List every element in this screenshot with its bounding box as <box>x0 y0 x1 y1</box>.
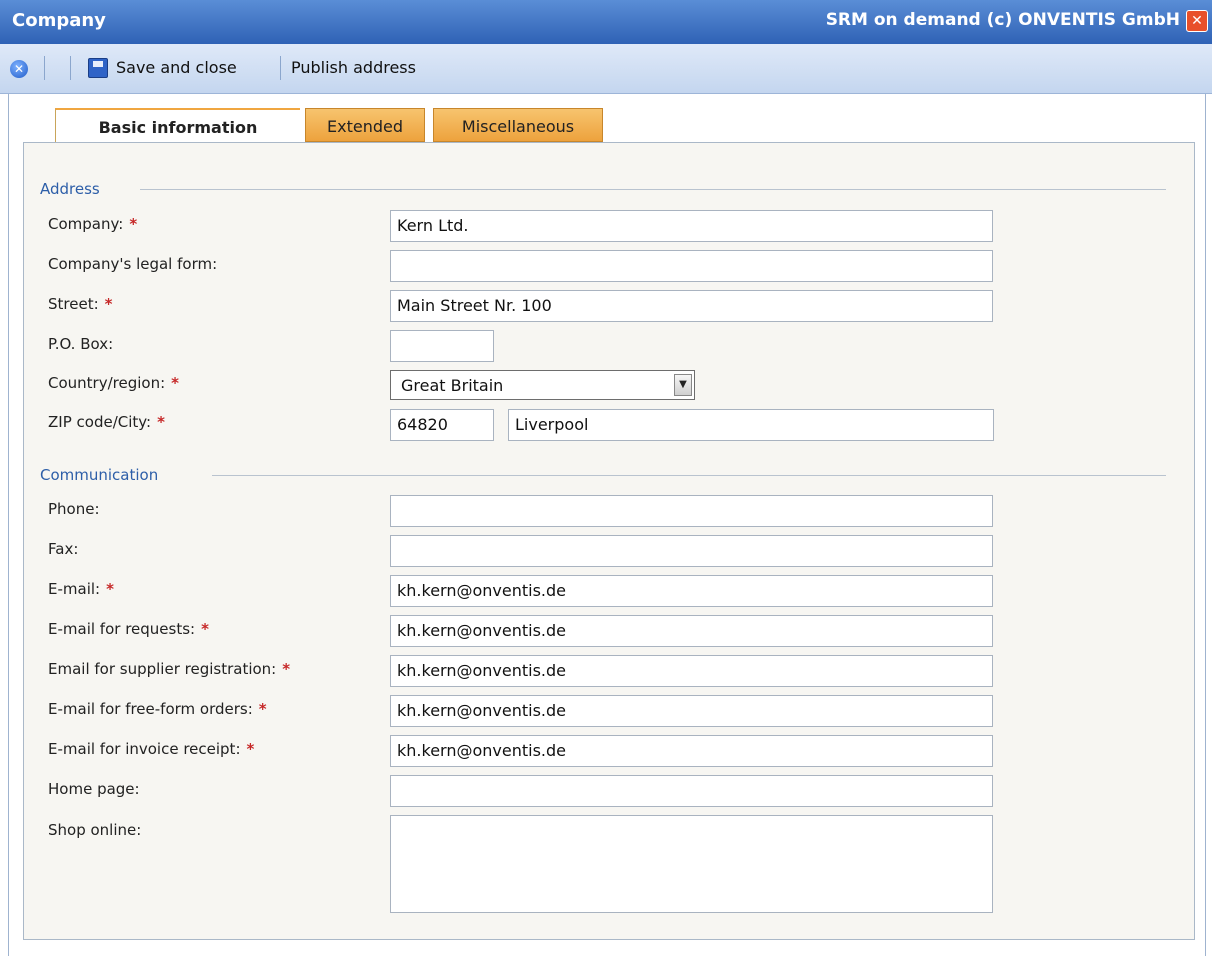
label-email-invoice-receipt: E-mail for invoice receipt: * <box>48 740 255 758</box>
toolbar-separator <box>70 56 71 80</box>
label-email-supplier-registration: Email for supplier registration: * <box>48 660 291 678</box>
close-icon[interactable]: ✕ <box>1186 10 1208 32</box>
window-title: Company <box>12 10 106 31</box>
shop-online-textarea[interactable] <box>390 815 993 913</box>
label-phone: Phone: <box>48 500 100 518</box>
zip-input[interactable]: 64820 <box>390 409 494 441</box>
toolbar: ✕ Save and close Publish address <box>0 44 1212 94</box>
brand-text: SRM on demand (c) ONVENTIS GmbH <box>825 10 1180 30</box>
label-street: Street: * <box>48 295 113 313</box>
legal-form-input[interactable] <box>390 250 993 282</box>
po-box-input[interactable] <box>390 330 494 362</box>
section-communication-heading: Communication <box>40 466 159 484</box>
label-fax: Fax: <box>48 540 79 558</box>
tab-basic-information[interactable]: Basic information <box>55 108 300 142</box>
cancel-icon[interactable]: ✕ <box>10 60 28 78</box>
email-freeform-orders-input[interactable]: kh.kern@onventis.de <box>390 695 993 727</box>
publish-address-button[interactable]: Publish address <box>291 58 416 77</box>
label-company: Company: * <box>48 215 138 233</box>
phone-input[interactable] <box>390 495 993 527</box>
label-email-freeform-orders: E-mail for free-form orders: * <box>48 700 267 718</box>
tab-extended[interactable]: Extended <box>305 108 425 142</box>
chevron-down-icon[interactable]: ▼ <box>674 374 692 396</box>
section-address-heading: Address <box>40 180 100 198</box>
email-supplier-registration-input[interactable]: kh.kern@onventis.de <box>390 655 993 687</box>
window-title-bar: Company SRM on demand (c) ONVENTIS GmbH … <box>0 0 1212 44</box>
country-select[interactable]: Great Britain ▼ <box>390 370 695 400</box>
city-input[interactable]: Liverpool <box>508 409 994 441</box>
fax-input[interactable] <box>390 535 993 567</box>
label-email-requests: E-mail for requests: * <box>48 620 209 638</box>
label-country: Country/region: * <box>48 374 179 392</box>
save-and-close-button[interactable]: Save and close <box>116 58 237 77</box>
home-page-input[interactable] <box>390 775 993 807</box>
label-legal-form: Company's legal form: <box>48 255 218 273</box>
label-home-page: Home page: <box>48 780 140 798</box>
email-invoice-receipt-input[interactable]: kh.kern@onventis.de <box>390 735 993 767</box>
floppy-disk-icon[interactable] <box>88 58 108 78</box>
country-select-value: Great Britain <box>401 376 504 395</box>
section-divider <box>212 475 1166 476</box>
toolbar-separator <box>44 56 45 80</box>
label-shop-online: Shop online: <box>48 821 142 839</box>
street-input[interactable]: Main Street Nr. 100 <box>390 290 993 322</box>
section-divider <box>140 189 1166 190</box>
toolbar-separator <box>280 56 281 80</box>
email-input[interactable]: kh.kern@onventis.de <box>390 575 993 607</box>
email-requests-input[interactable]: kh.kern@onventis.de <box>390 615 993 647</box>
label-zip-city: ZIP code/City: * <box>48 413 165 431</box>
label-email: E-mail: * <box>48 580 114 598</box>
company-input[interactable]: Kern Ltd. <box>390 210 993 242</box>
label-po-box: P.O. Box: <box>48 335 114 353</box>
tab-miscellaneous[interactable]: Miscellaneous <box>433 108 603 142</box>
